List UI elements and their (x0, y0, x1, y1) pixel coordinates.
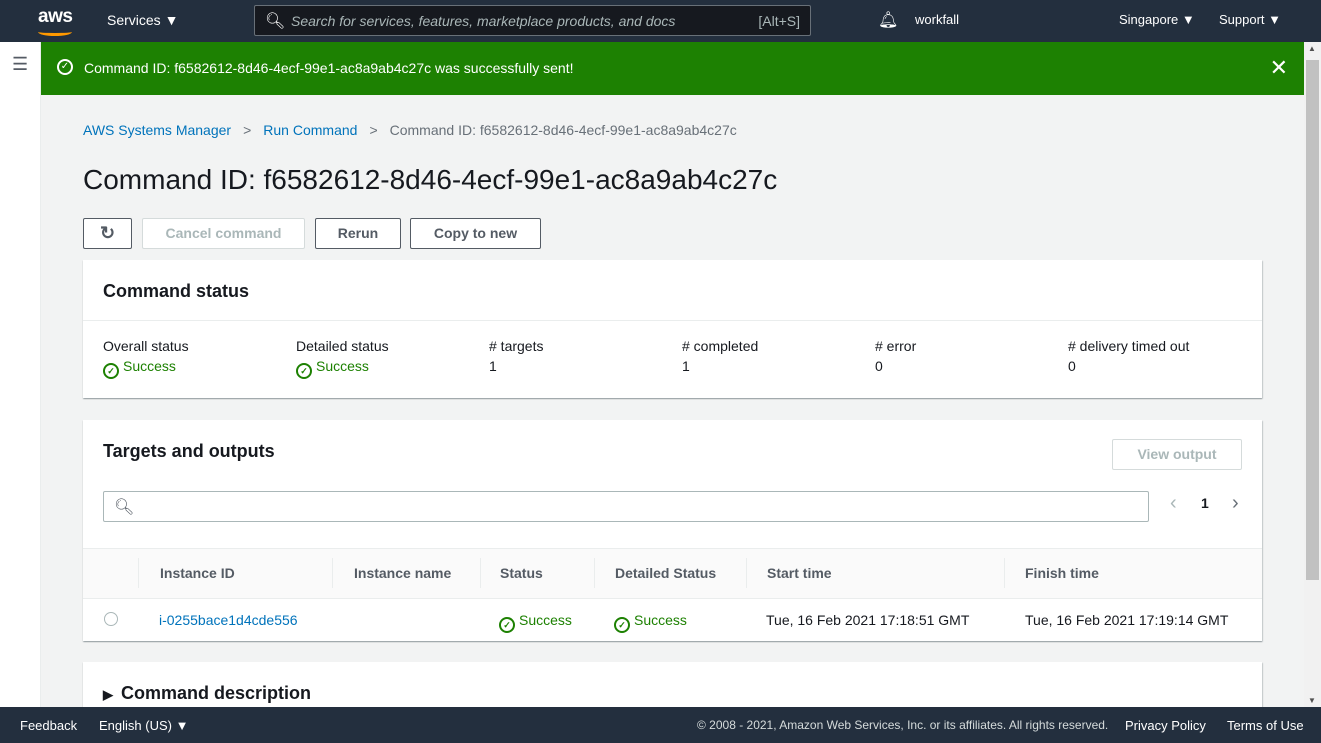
check-circle-icon: ✓ (614, 617, 630, 633)
hamburger-icon[interactable]: ☰ (12, 54, 28, 75)
region-menu[interactable]: Singapore ▼ (1119, 12, 1195, 27)
col-start-time[interactable]: Start time (767, 565, 832, 581)
timed-out-count: # delivery timed out 0 (1068, 338, 1189, 374)
row-finish-time: Tue, 16 Feb 2021 17:19:14 GMT (1025, 612, 1229, 628)
check-circle-icon: ✓ (499, 617, 515, 633)
copy-to-new-button[interactable]: Copy to new (410, 218, 541, 249)
caret-right-icon: ▶ (103, 687, 113, 702)
search-shortcut: [Alt+S] (758, 13, 800, 29)
page-number[interactable]: 1 (1201, 495, 1209, 511)
label: # delivery timed out (1068, 338, 1190, 354)
row-radio[interactable] (104, 612, 118, 626)
value: Success (316, 358, 369, 374)
breadcrumb-run-command[interactable]: Run Command (263, 122, 357, 138)
success-flash: ✓ Command ID: f6582612-8d46-4ecf-99e1-ac… (41, 42, 1304, 95)
instance-id-link[interactable]: i-0255bace1d4cde556 (159, 612, 298, 628)
privacy-link[interactable]: Privacy Policy (1125, 718, 1206, 733)
label: # completed (682, 338, 759, 354)
copyright: © 2008 - 2021, Amazon Web Services, Inc.… (697, 718, 1109, 732)
close-icon[interactable]: ✕ (1270, 55, 1288, 81)
command-description-toggle[interactable]: ▶ Command description (103, 683, 311, 704)
col-detailed-status[interactable]: Detailed Status (615, 565, 716, 581)
value: Success (519, 612, 572, 628)
row-start-time: Tue, 16 Feb 2021 17:18:51 GMT (766, 612, 970, 628)
value: 1 (489, 358, 497, 374)
check-circle-icon: ✓ (57, 59, 73, 75)
row-detailed-status: ✓ Success (614, 612, 687, 633)
terms-link[interactable]: Terms of Use (1227, 718, 1304, 733)
value: Success (634, 612, 687, 628)
label: Overall status (103, 338, 189, 354)
col-instance-id[interactable]: Instance ID (160, 565, 235, 581)
label: Detailed status (296, 338, 389, 354)
page-title: Command ID: f6582612-8d46-4ecf-99e1-ac8a… (83, 164, 778, 195)
panel-heading: Command status (103, 281, 250, 301)
search-input[interactable]: 🔍︎ Search for services, features, market… (254, 5, 811, 36)
search-placeholder: Search for services, features, marketpla… (291, 13, 676, 29)
logo-text: aws (38, 6, 73, 27)
value: 0 (1068, 358, 1076, 374)
targets-panel: Targets and outputs View output 🔍︎ ‹ 1 ›… (83, 420, 1262, 641)
col-status[interactable]: Status (500, 565, 543, 581)
scrollbar[interactable]: ▲ ▼ (1304, 42, 1321, 707)
scroll-down-icon[interactable]: ▼ (1308, 696, 1316, 705)
label: # error (875, 338, 917, 354)
prev-page-icon[interactable]: ‹ (1170, 492, 1177, 515)
chevron-right-icon: > (369, 122, 378, 138)
side-nav-strip: ☰ (0, 42, 41, 707)
check-circle-icon: ✓ (103, 363, 119, 379)
breadcrumb-systems-manager[interactable]: AWS Systems Manager (83, 122, 231, 138)
value: 1 (682, 358, 690, 374)
divider (83, 320, 1262, 321)
command-description-panel[interactable]: ▶ Command description (83, 662, 1262, 712)
scroll-thumb[interactable] (1306, 60, 1319, 580)
error-count: # error 0 (875, 338, 916, 374)
refresh-icon: ↻ (99, 223, 116, 243)
smile-icon (38, 28, 72, 36)
language-selector[interactable]: English (US) ▼ (99, 718, 188, 733)
check-circle-icon: ✓ (296, 363, 312, 379)
bell-icon[interactable]: 🔔︎ (878, 10, 898, 30)
view-output-button[interactable]: View output (1112, 439, 1242, 470)
row-status: ✓ Success (499, 612, 572, 633)
refresh-button[interactable]: ↻ (83, 218, 132, 249)
next-page-icon[interactable]: › (1232, 492, 1239, 515)
targets-count: # targets 1 (489, 338, 543, 374)
breadcrumb: AWS Systems Manager > Run Command > Command … (83, 122, 737, 138)
search-icon: 🔍︎ (265, 13, 286, 30)
command-status-panel: Command status Overall status ✓ Success De… (83, 260, 1262, 398)
label: # targets (489, 338, 544, 354)
chevron-right-icon: > (243, 122, 252, 138)
services-menu[interactable]: Services ▼ (107, 12, 178, 28)
footer: Feedback English (US) ▼ © 2008 - 2021, A… (0, 707, 1321, 743)
breadcrumb-current: Command ID: f6582612-8d46-4ecf-99e1-ac8a… (389, 122, 737, 138)
completed-count: # completed 1 (682, 338, 758, 374)
rerun-button[interactable]: Rerun (315, 218, 401, 249)
support-menu[interactable]: Support ▼ (1219, 12, 1281, 27)
scroll-up-icon[interactable]: ▲ (1308, 44, 1316, 53)
overall-status: Overall status ✓ Success (103, 338, 189, 379)
targets-search-input[interactable]: 🔍︎ (103, 491, 1149, 522)
top-nav: aws Services ▼ 🔍︎ Search for services, f… (0, 0, 1321, 42)
panel-heading: Command description (121, 683, 312, 703)
feedback-link[interactable]: Feedback (20, 718, 77, 733)
aws-logo[interactable]: aws (38, 6, 73, 36)
col-instance-name[interactable]: Instance name (354, 565, 451, 581)
panel-heading: Targets and outputs (103, 441, 275, 461)
value: 0 (875, 358, 883, 374)
detailed-status: Detailed status ✓ Success (296, 338, 389, 379)
flash-message: Command ID: f6582612-8d46-4ecf-99e1-ac8a… (84, 60, 574, 76)
user-menu[interactable]: workfall (915, 12, 959, 27)
value: Success (123, 358, 176, 374)
search-icon: 🔍︎ (114, 499, 135, 516)
cancel-command-button[interactable]: Cancel command (142, 218, 305, 249)
col-finish-time[interactable]: Finish time (1025, 565, 1099, 581)
